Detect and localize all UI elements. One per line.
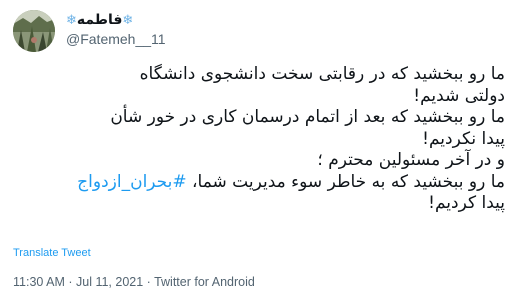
tweet-line: و در آخر مسئولین محترم ؛ — [317, 150, 505, 170]
display-name[interactable]: ❄فاطمه❄ — [66, 11, 166, 30]
tweet-line: ما رو ببخشید که به خاطر سوء مدیریت شما، — [192, 171, 505, 192]
translate-tweet-link[interactable]: Translate Tweet — [13, 247, 91, 259]
tweet-line: پیدا نکردیم! — [422, 128, 505, 149]
hashtag-link[interactable]: #بحران_ازدواج — [77, 172, 186, 192]
tweet-line: پیدا کردیم! — [428, 193, 505, 213]
user-handle[interactable]: @Fatemeh__11 — [66, 30, 166, 49]
avatar-photo-icon — [13, 10, 55, 52]
meta-separator: · — [64, 275, 76, 289]
display-name-text: فاطمه — [76, 12, 123, 28]
tweet-line: دولتی شدیم! — [413, 85, 505, 106]
tweet-line-with-hashtag: ما رو ببخشید که به خاطر سوء مدیریت شما، … — [25, 172, 505, 194]
meta-separator: · — [143, 275, 155, 289]
snowflake-icon: ❄ — [66, 13, 77, 28]
tweet-date[interactable]: Jul 11, 2021 — [76, 275, 143, 289]
avatar[interactable] — [13, 10, 55, 52]
tweet-time[interactable]: 11:30 AM — [13, 275, 65, 289]
author-names: ❄فاطمه❄ @Fatemeh__11 — [66, 11, 166, 49]
tweet-text: ما رو ببخشید که در رقابتی سخت دانشجوی دا… — [25, 64, 505, 215]
snowflake-icon: ❄ — [122, 13, 134, 28]
tweet-line: ما رو ببخشید که بعد از اتمام درسمان کاری… — [110, 107, 505, 127]
tweet-card: ❄فاطمه❄ @Fatemeh__11 ما رو ببخشید که در … — [0, 0, 527, 299]
tweet-source: Twitter for Android — [154, 275, 255, 289]
tweet-line: ما رو ببخشید که در رقابتی سخت دانشجوی دا… — [139, 64, 505, 84]
tweet-header: ❄فاطمه❄ @Fatemeh__11 — [13, 10, 513, 52]
tweet-meta: 11:30 AM · Jul 11, 2021 · Twitter for An… — [13, 275, 255, 289]
